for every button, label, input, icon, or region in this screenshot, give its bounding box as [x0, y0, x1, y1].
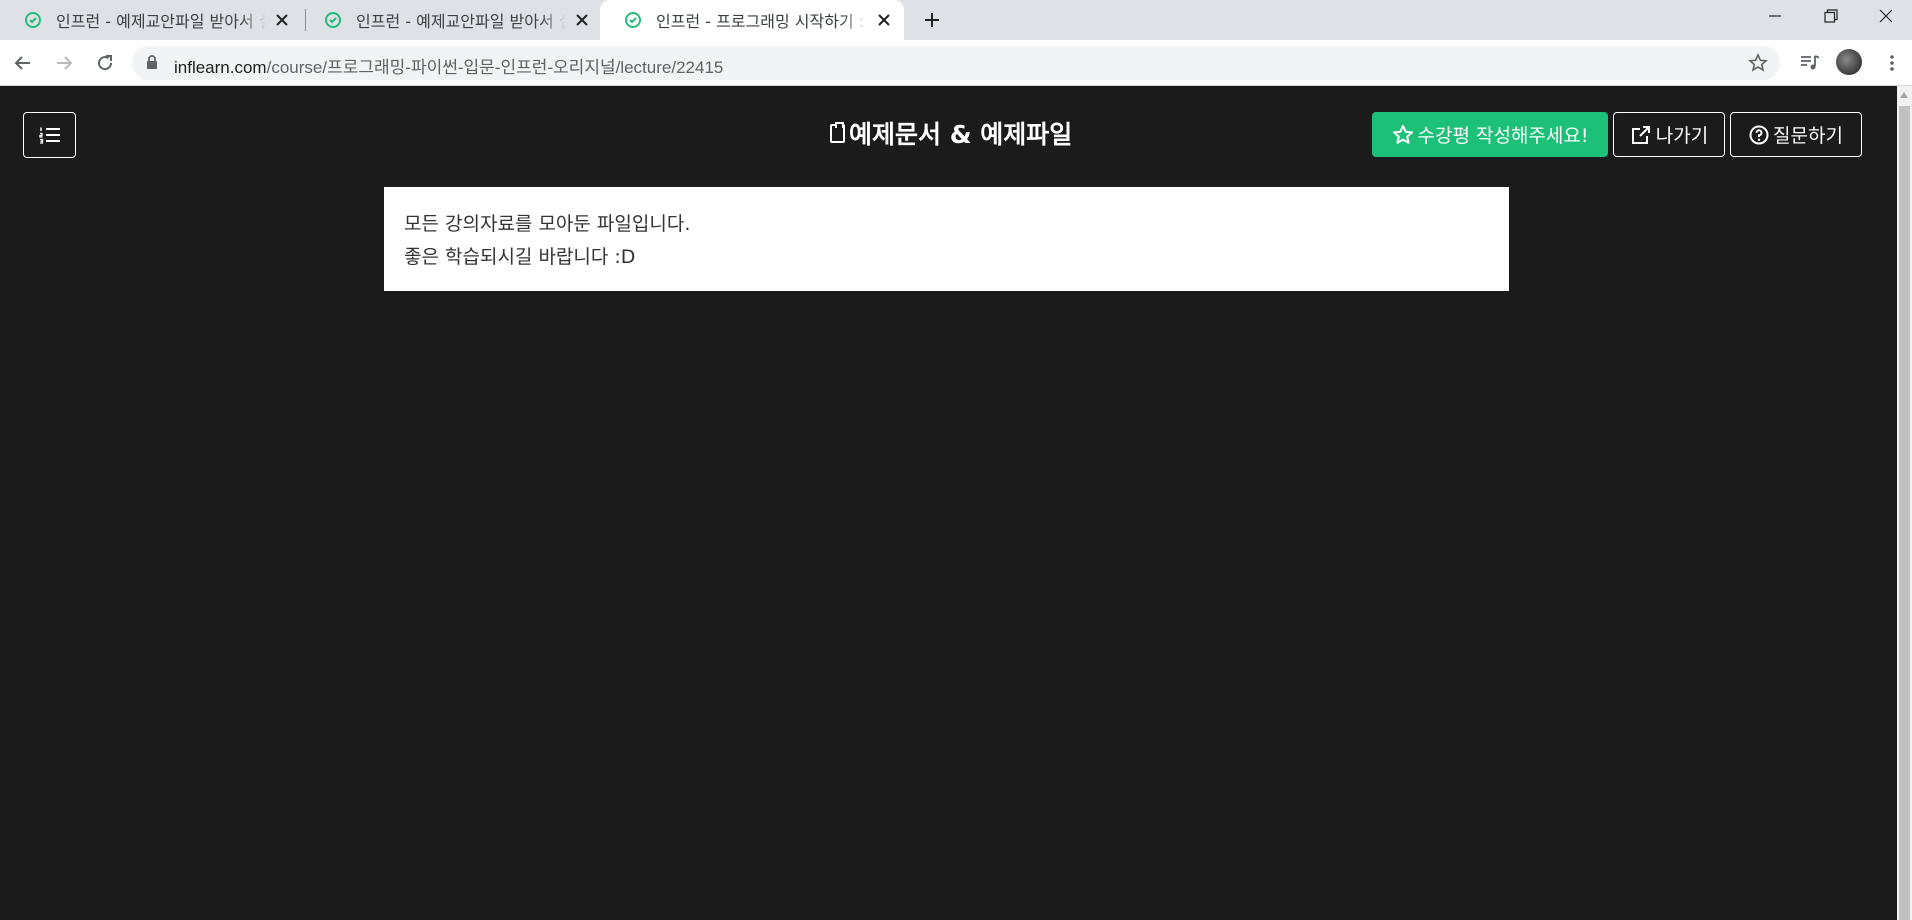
description-line: 모든 강의자료를 모아둔 파일입니다. — [404, 213, 691, 235]
url-path: /course/프로그래밍-파이썬-입문-인프런-오리지널/lecture/22… — [266, 58, 724, 77]
tab-title: 인프런 - 예제교안파일 받아서 실 — [356, 12, 566, 31]
inflearn-favicon-icon — [25, 12, 41, 28]
page-scrollbar[interactable] — [1897, 86, 1912, 920]
close-window-button[interactable] — [1859, 0, 1912, 32]
new-tab-button[interactable] — [919, 7, 945, 33]
ask-question-label: 질문하기 — [1773, 125, 1843, 147]
more-vertical-icon — [1890, 55, 1894, 71]
reload-button[interactable] — [89, 47, 121, 79]
browser-toolbar: inflearn.com/course/프로그래밍-파이썬-입문-인프런-오리지… — [0, 40, 1912, 86]
exit-button[interactable]: 나가기 — [1613, 112, 1725, 157]
description-line: 좋은 학습되시길 바랍니다 :D — [404, 246, 636, 268]
scrollbar-thumb[interactable] — [1899, 106, 1910, 920]
inflearn-favicon-icon — [325, 12, 341, 28]
lecture-description: 모든 강의자료를 모아둔 파일입니다. 좋은 학습되시길 바랍니다 :D — [384, 187, 1509, 291]
write-review-button[interactable]: 수강평 작성해주세요! — [1372, 112, 1608, 157]
minimize-button[interactable] — [1747, 0, 1803, 32]
inflearn-favicon-icon — [625, 12, 641, 28]
tab-title: 인프런 - 예제교안파일 받아서 실 — [56, 12, 266, 31]
close-icon[interactable] — [272, 10, 292, 30]
clipboard-icon — [830, 121, 845, 143]
restore-button[interactable] — [1803, 0, 1859, 32]
browser-tab-active[interactable]: 인프런 - 프로그래밍 시작하기 : — [600, 0, 904, 40]
address-bar[interactable]: inflearn.com/course/프로그래밍-파이썬-입문-인프런-오리지… — [132, 46, 1780, 80]
url-text: inflearn.com/course/프로그래밍-파이썬-입문-인프런-오리지… — [174, 53, 723, 78]
browser-tab[interactable]: 인프런 - 예제교안파일 받아서 실 — [0, 0, 302, 40]
exit-label: 나가기 — [1655, 125, 1709, 147]
page-title-text: 예제문서 & 예제파일 — [849, 120, 1073, 149]
media-controls-button[interactable] — [1794, 47, 1826, 79]
browser-tab[interactable]: 인프런 - 예제교안파일 받아서 실 — [300, 0, 602, 40]
arrow-left-icon — [14, 56, 30, 70]
close-icon[interactable] — [874, 10, 894, 30]
write-review-label: 수강평 작성해주세요! — [1417, 125, 1589, 147]
tab-title: 인프런 - 프로그래밍 시작하기 : — [656, 12, 865, 31]
curriculum-menu-button[interactable] — [23, 112, 76, 158]
list-icon — [38, 127, 60, 144]
close-icon[interactable] — [572, 10, 592, 30]
question-circle-icon — [1749, 125, 1769, 144]
page-title: 예제문서 & 예제파일 — [830, 113, 1072, 153]
reload-icon — [98, 55, 113, 71]
forward-button[interactable] — [48, 47, 80, 79]
lock-icon — [147, 55, 157, 69]
scroll-up-arrow-icon[interactable] — [1900, 92, 1908, 98]
profile-avatar[interactable] — [1836, 49, 1862, 75]
tab-strip: 인프런 - 예제교안파일 받아서 실 인프런 - 예제교안파일 받아서 실 인프… — [0, 0, 1912, 40]
star-icon — [1392, 124, 1413, 144]
url-host: inflearn.com — [174, 58, 267, 77]
playlist-music-icon — [1801, 55, 1820, 70]
back-button[interactable] — [7, 47, 39, 79]
external-link-icon — [1631, 125, 1650, 144]
chrome-menu-button[interactable] — [1880, 47, 1904, 79]
arrow-right-icon — [57, 56, 73, 70]
ask-question-button[interactable]: 질문하기 — [1730, 112, 1862, 157]
bookmark-star-icon[interactable] — [1748, 53, 1768, 73]
